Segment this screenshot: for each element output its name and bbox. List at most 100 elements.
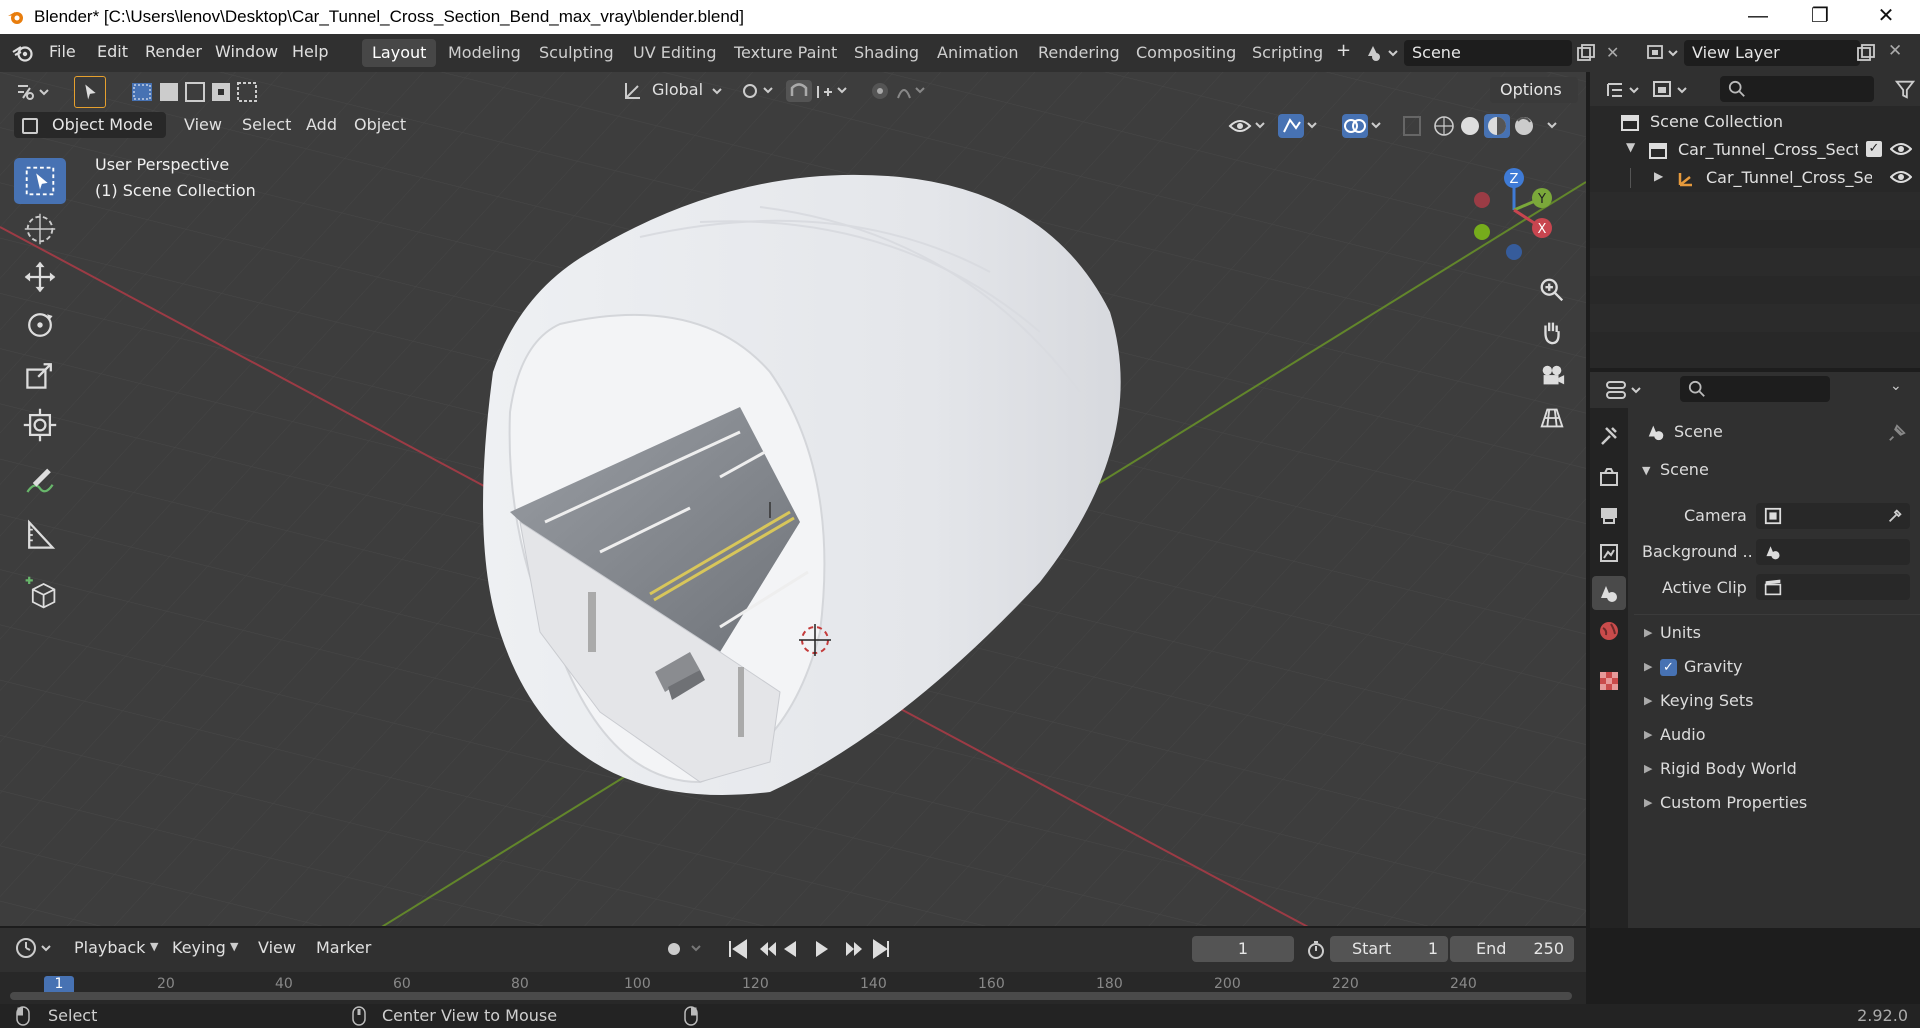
frame-ruler[interactable]: 1 20 40 60 80 100 120 140 160 180 200 22… — [0, 972, 1586, 1004]
navigation-gizmo[interactable]: Z Y X — [1466, 162, 1566, 262]
view-layer-selector-icon[interactable] — [1645, 42, 1681, 64]
tool-transform[interactable] — [14, 402, 66, 448]
menu-file[interactable]: File — [49, 42, 76, 61]
active-clip-field[interactable] — [1756, 574, 1910, 600]
ortho-grid-icon[interactable] — [1532, 398, 1572, 438]
world-tab-icon[interactable] — [1598, 620, 1620, 642]
scene-selector-icon[interactable] — [1365, 42, 1401, 64]
minimize-button[interactable]: — — [1728, 2, 1788, 30]
menu-render[interactable]: Render — [145, 42, 202, 61]
section-audio[interactable]: ▶ Audio — [1634, 720, 1920, 752]
timeline-view-menu[interactable]: View — [258, 934, 296, 962]
current-frame-field[interactable]: 1 — [1192, 936, 1294, 962]
editor-type-icon[interactable] — [14, 80, 54, 104]
tool-cursor[interactable] — [14, 206, 66, 252]
properties-editor-type-icon[interactable] — [1604, 378, 1648, 402]
keying-menu[interactable]: Keying — [172, 934, 226, 962]
camera-view-icon[interactable] — [1532, 356, 1572, 396]
tab-layout[interactable]: Layout — [362, 39, 437, 67]
playback-menu[interactable]: Playback — [74, 934, 145, 962]
tab-rendering[interactable]: Rendering — [1028, 39, 1130, 67]
tool-tab-icon[interactable] — [1598, 424, 1620, 446]
outliner-item[interactable]: ▶ Car_Tunnel_Cross_Se — [1590, 164, 1920, 192]
display-mode-icon[interactable] — [1650, 78, 1694, 102]
eye-icon[interactable] — [1890, 169, 1912, 185]
section-rigid-body-world[interactable]: ▶ Rigid Body World — [1634, 754, 1920, 786]
outliner-search-input[interactable] — [1720, 76, 1874, 102]
menu-help[interactable]: Help — [292, 42, 328, 61]
gravity-checkbox[interactable]: ✓ — [1660, 659, 1677, 676]
snapping-pivot-icons[interactable] — [738, 78, 938, 104]
menu-view[interactable]: View — [184, 111, 222, 139]
scene-name-field[interactable]: Scene — [1404, 40, 1572, 66]
tab-modeling[interactable]: Modeling — [438, 39, 531, 67]
tab-compositing[interactable]: Compositing — [1126, 39, 1246, 67]
pin-icon[interactable] — [1888, 424, 1906, 442]
close-window-button[interactable]: ✕ — [1856, 2, 1916, 30]
delete-scene-icon[interactable]: ✕ — [1606, 43, 1626, 63]
zoom-icon[interactable] — [1532, 270, 1572, 310]
tool-scale[interactable] — [14, 352, 66, 398]
marker-menu[interactable]: Marker — [316, 934, 371, 962]
properties-options-icon[interactable]: ⌄ — [1890, 378, 1902, 394]
new-view-layer-icon[interactable] — [1856, 43, 1876, 63]
end-frame-field[interactable]: End 250 — [1450, 936, 1574, 962]
start-frame-field[interactable]: Start 1 — [1330, 936, 1448, 962]
tool-select-box[interactable] — [14, 158, 66, 204]
section-units[interactable]: ▶ Units — [1634, 618, 1920, 650]
output-tab-icon[interactable] — [1598, 504, 1620, 526]
tab-sculpting[interactable]: Sculpting — [529, 39, 624, 67]
delete-view-layer-icon[interactable]: ✕ — [1888, 41, 1902, 61]
playback-controls[interactable] — [660, 936, 900, 962]
timeline-scrollbar[interactable] — [10, 992, 1572, 1000]
section-keying-sets[interactable]: ▶ Keying Sets — [1634, 686, 1920, 718]
menu-window[interactable]: Window — [215, 42, 278, 61]
scene-panel-header[interactable]: Scene — [1660, 460, 1709, 479]
tab-shading[interactable]: Shading — [844, 39, 929, 67]
pan-hand-icon[interactable] — [1532, 312, 1572, 352]
menu-object[interactable]: Object — [354, 111, 406, 139]
properties-search-input[interactable] — [1680, 376, 1830, 402]
view-layer-tab-icon[interactable] — [1598, 542, 1620, 564]
tab-uv-editing[interactable]: UV Editing — [623, 39, 726, 67]
texture-tab-icon[interactable] — [1598, 670, 1620, 692]
viewport-shading-icons[interactable] — [1226, 112, 1586, 140]
outliner-item[interactable]: ▼ Car_Tunnel_Cross_Sectio ✓ — [1590, 136, 1920, 164]
add-workspace-button[interactable]: + — [1336, 40, 1351, 61]
exclude-checkbox[interactable]: ✓ — [1866, 141, 1882, 157]
tool-annotate[interactable] — [14, 460, 66, 506]
filter-icon[interactable] — [1894, 78, 1918, 102]
restore-button[interactable]: ❐ — [1790, 2, 1850, 30]
timeline-editor-type-icon[interactable] — [14, 936, 58, 960]
menu-edit[interactable]: Edit — [97, 42, 128, 61]
blender-menu-icon[interactable] — [12, 43, 34, 63]
collapse-arrow-icon[interactable]: ▼ — [1626, 140, 1635, 154]
view-layer-field[interactable]: View Layer — [1684, 40, 1860, 66]
tool-measure[interactable] — [14, 512, 66, 558]
menu-select[interactable]: Select — [242, 111, 291, 139]
render-tab-icon[interactable] — [1598, 466, 1620, 488]
eyedropper-icon[interactable] — [1886, 507, 1904, 525]
section-gravity[interactable]: ▶ ✓ Gravity — [1634, 652, 1920, 684]
tab-animation[interactable]: Animation — [927, 39, 1029, 67]
stopwatch-icon[interactable] — [1306, 940, 1326, 960]
tool-move[interactable] — [14, 254, 66, 300]
selection-mode-icons[interactable] — [128, 78, 258, 106]
options-dropdown[interactable]: Options — [1490, 77, 1578, 103]
expand-arrow-icon[interactable]: ▶ — [1654, 169, 1663, 183]
background-field[interactable] — [1756, 539, 1910, 565]
new-scene-icon[interactable] — [1576, 43, 1596, 63]
tool-rotate[interactable] — [14, 302, 66, 348]
select-tool-header-icon[interactable] — [74, 76, 106, 108]
panel-collapse-icon[interactable]: ▼ — [1642, 464, 1650, 477]
3d-viewport[interactable]: Global Options Object Mode View Select A… — [0, 72, 1586, 928]
tool-add-cube[interactable] — [14, 570, 66, 616]
outliner-editor-type-icon[interactable] — [1604, 78, 1644, 102]
transform-orientation-dropdown[interactable]: Global — [618, 76, 728, 106]
eye-icon[interactable] — [1890, 141, 1912, 157]
tab-texture-paint[interactable]: Texture Paint — [724, 39, 847, 67]
menu-add[interactable]: Add — [306, 111, 337, 139]
scene-tab[interactable] — [1592, 576, 1626, 610]
section-custom-properties[interactable]: ▶ Custom Properties — [1634, 788, 1920, 820]
outliner-root-row[interactable]: Scene Collection — [1590, 108, 1920, 136]
